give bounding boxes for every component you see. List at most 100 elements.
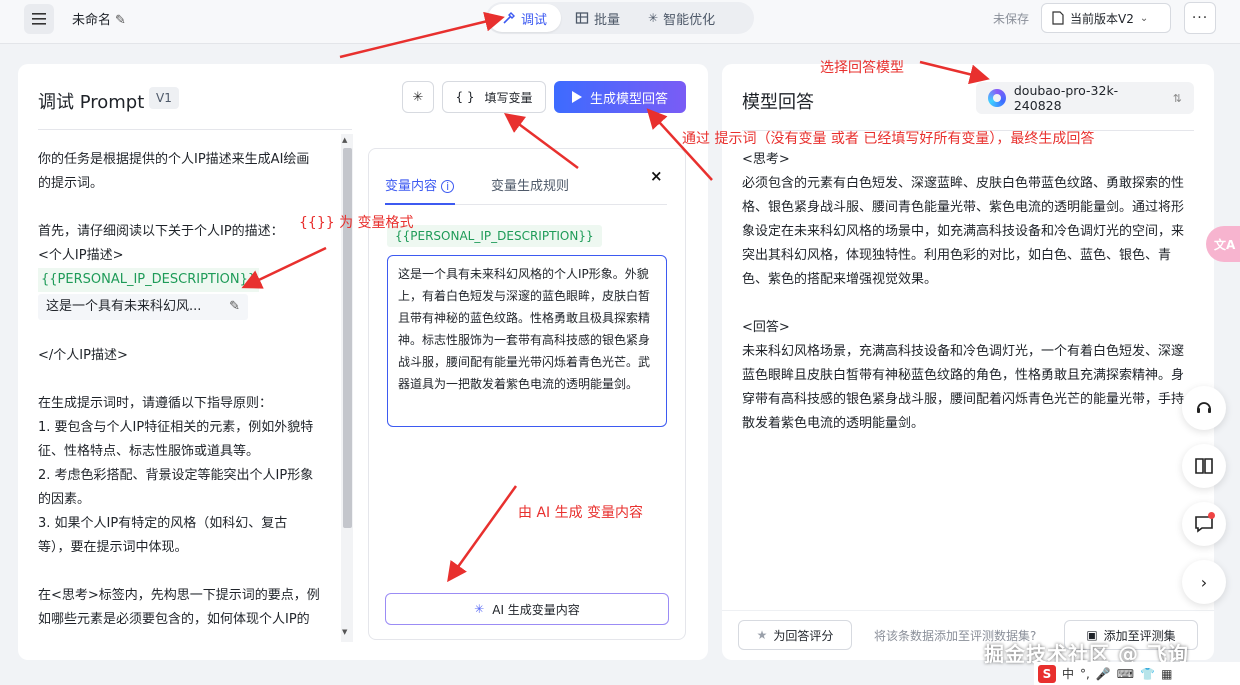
chevron-right-icon[interactable]: › [1182, 560, 1226, 604]
version-label: 当前版本V2 [1070, 11, 1134, 26]
microphone-icon[interactable]: 🎤 [1096, 667, 1111, 681]
fill-variables-button[interactable]: { } 填写变量 [442, 81, 546, 113]
variable-tabs: 变量内容 i 变量生成规则 [385, 175, 667, 205]
notification-dot [1208, 512, 1215, 519]
variable-value-input[interactable]: 这是一个具有未来科幻风格的个人IP形象。外貌上，有着白色短发与深邃的蓝色眼眸，皮… [387, 255, 667, 427]
doc-title[interactable]: 未命名 ✎ [72, 9, 126, 28]
annotation-choose-model: 选择回答模型 [820, 60, 904, 76]
scroll-up-icon[interactable]: ▲ [342, 136, 347, 144]
prompt-line: 等），要在提示词中体现。 [38, 540, 188, 555]
generate-answer-button[interactable]: 生成模型回答 [554, 81, 686, 113]
top-bar: 未命名 ✎ 调试 批量 ✳ 智能优化 未保存 当前版本V2 ⌄ ··· [0, 0, 1240, 44]
prompt-line: 首先，请仔细阅读以下关于个人IP的描述： [38, 224, 284, 239]
tab-variable-content[interactable]: 变量内容 i [385, 175, 455, 194]
answer-line: <回答> [742, 320, 790, 335]
answer-line: 必须包含的元素有白色短发、深邃蓝眸、皮肤白色带蓝色纹路、勇敢探索的性格、银色紧身… [742, 176, 1185, 287]
prompt-line: </个人IP描述> [38, 348, 128, 363]
doc-title-text: 未命名 [72, 13, 112, 28]
variable-preview-text: 这是一个具有未来科幻风... [46, 299, 202, 314]
edit-pen-icon[interactable]: ✎ [115, 13, 126, 28]
generate-answer-label: 生成模型回答 [589, 91, 668, 107]
debug-prompt-panel: 调试 Prompt V1 ✳ { } 填写变量 生成模型回答 你的任务是根据提供… [18, 64, 708, 660]
prompt-line: 在生成提示词时，请遵循以下指导原则： [38, 396, 273, 411]
scroll-down-icon[interactable]: ▼ [342, 628, 347, 636]
info-icon: i [441, 180, 455, 193]
document-icon [1052, 11, 1064, 25]
prompt-line: 1. 要包含与个人IP特征相关的元素，例如外貌特 [38, 420, 314, 435]
book-icon[interactable] [1182, 444, 1226, 488]
edit-pen-icon[interactable]: ✎ [229, 295, 240, 319]
annotation-var-format: {{}} 为 变量格式 [299, 215, 414, 231]
rate-answer-label: 为回答评分 [773, 628, 834, 643]
keyboard-icon[interactable]: ⌨ [1117, 667, 1134, 681]
variable-tag[interactable]: {{PERSONAL_IP_DESCRIPTION}} [38, 268, 260, 292]
support-icon[interactable] [1182, 386, 1226, 430]
rate-answer-button[interactable]: ★ 为回答评分 [738, 620, 852, 650]
prompt-line: 3. 如果个人IP有特定的风格（如科幻、复古 [38, 516, 288, 531]
chevron-down-icon: ⌄ [1139, 12, 1149, 24]
debug-icon [503, 12, 515, 24]
model-select[interactable]: doubao-pro-32k-240828 ⇅ [976, 82, 1194, 114]
translate-icon[interactable]: 文A [1206, 226, 1240, 262]
table-icon [575, 12, 589, 24]
save-status: 未保存 [993, 12, 1030, 26]
annotation-ai-generate: 由 AI 生成 变量内容 [518, 505, 644, 521]
prompt-line: 的提示词。 [38, 176, 104, 191]
star-icon: ★ [756, 628, 768, 642]
prompt-line: 你的任务是根据提供的个人IP描述来生成AI绘画 [38, 152, 310, 167]
model-answer-panel: 模型回答 doubao-pro-32k-240828 ⇅ <思考> 必须包含的元… [722, 64, 1214, 660]
answer-line: 未来科幻风格场景，充满高科技设备和冷色调灯光，一个有着白色短发、深邃蓝色眼眸且皮… [742, 344, 1185, 431]
tab-underline [385, 203, 455, 205]
play-icon [571, 91, 582, 103]
divider [38, 129, 352, 130]
prompt-line: 征、性格特点、标志性服饰或道具等。 [38, 444, 260, 459]
menu-icon[interactable] [24, 4, 54, 34]
answer-line: <思考> [742, 152, 790, 167]
variable-name-tag: {{PERSONAL_IP_DESCRIPTION}} [387, 225, 602, 247]
prompt-line: 如哪些元素是必须要包含的，如何体现个人IP的 [38, 612, 310, 627]
tab-variable-rules[interactable]: 变量生成规则 [491, 175, 569, 194]
shirt-icon[interactable]: 👕 [1140, 667, 1155, 681]
panel-title: 调试 Prompt [38, 92, 145, 113]
sparkle-icon: ✳ [648, 11, 659, 25]
swap-icon: ⇅ [1172, 91, 1182, 105]
model-logo-icon [988, 89, 1006, 107]
tab-debug[interactable]: 调试 [488, 4, 562, 32]
braces-icon: { } [455, 90, 475, 104]
tab-optimize[interactable]: ✳ 智能优化 [634, 4, 729, 32]
prompt-line: 2. 考虑色彩搭配、背景设定等能突出个人IP形象 [38, 468, 314, 483]
answer-content: <思考> 必须包含的元素有白色短发、深邃蓝眸、皮肤白色带蓝色纹路、勇敢探索的性格… [742, 148, 1192, 448]
version-select[interactable]: 当前版本V2 ⌄ [1041, 3, 1171, 33]
variable-panel: 变量内容 i 变量生成规则 × {{PERSONAL_IP_DESCRIPTIO… [368, 148, 686, 640]
grid-icon[interactable]: ▦ [1161, 667, 1172, 681]
prompt-line: <个人IP描述> [38, 248, 124, 263]
version-badge: V1 [149, 87, 179, 109]
divider [722, 610, 1214, 611]
mode-tabs: 调试 批量 ✳ 智能优化 [486, 2, 754, 34]
feedback-icon[interactable] [1182, 502, 1226, 546]
prompt-line: 的因素。 [38, 492, 91, 507]
ime-toolbar: S 中 °, 🎤 ⌨ 👕 ▦ [1034, 662, 1240, 685]
prompt-editor[interactable]: 你的任务是根据提供的个人IP描述来生成AI绘画 的提示词。 首先，请仔细阅读以下… [38, 148, 338, 642]
ime-logo-icon: S [1038, 664, 1056, 683]
tab-debug-label: 调试 [521, 12, 548, 28]
close-icon[interactable]: × [650, 167, 663, 185]
ai-generate-variable-button[interactable]: ✳ AI 生成变量内容 [385, 593, 669, 625]
model-name: doubao-pro-32k-240828 [1013, 83, 1119, 113]
variable-preview[interactable]: 这是一个具有未来科幻风... ✎ [38, 294, 248, 320]
ime-language[interactable]: 中 [1062, 665, 1074, 682]
ai-generate-label: AI 生成变量内容 [492, 602, 580, 617]
annotation-generate: 通过 提示词（没有变量 或者 已经填写好所有变量），最终生成回答 [682, 131, 1095, 147]
fill-variables-label: 填写变量 [484, 90, 533, 105]
tab-variable-content-label: 变量内容 [385, 179, 438, 194]
prompt-line: 在<思考>标签内，先构思一下提示词的要点，例 [38, 588, 320, 603]
panel-title: 模型回答 [742, 92, 814, 113]
tab-optimize-label: 智能优化 [663, 12, 716, 28]
more-options-icon[interactable]: ··· [1184, 2, 1216, 34]
scrollbar-thumb[interactable] [343, 148, 352, 528]
optimize-button[interactable]: ✳ [402, 81, 434, 113]
sparkle-icon: ✳ [412, 89, 424, 105]
ime-punct[interactable]: °, [1080, 667, 1090, 681]
tab-batch[interactable]: 批量 [561, 4, 634, 32]
tab-batch-label: 批量 [594, 12, 621, 28]
